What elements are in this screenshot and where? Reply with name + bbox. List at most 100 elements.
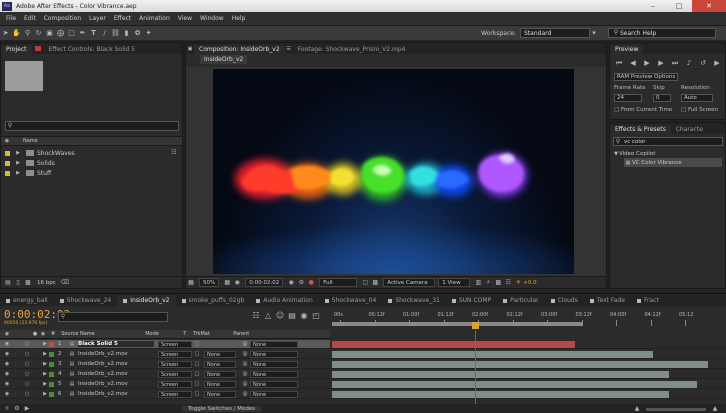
new-comp-icon[interactable]: ▩ — [23, 278, 33, 288]
comp-subtab[interactable]: InsideOrb_v2 — [200, 55, 248, 64]
expand-arrow-icon[interactable]: ▶ — [41, 369, 49, 379]
parent-pickwhip-icon[interactable]: @ — [240, 359, 250, 369]
new-folder-icon[interactable]: ▯ — [13, 278, 23, 288]
title-safe-icon[interactable]: ▦ — [222, 278, 232, 288]
toggle-switches-modes[interactable]: Toggle Switches / Modes — [182, 406, 262, 412]
minimize-icon[interactable]: – — [640, 0, 666, 12]
layer-parent-select[interactable]: None — [250, 340, 298, 348]
camera-select[interactable]: Active Camera — [383, 278, 436, 287]
layer-row[interactable]: ◉ ○ ▶ 1 ▤ Black Solid 5 Screen □ @ None — [0, 340, 330, 349]
effects-search-input[interactable]: vc color — [613, 137, 723, 146]
layer-label-color[interactable] — [49, 391, 54, 397]
solo-icon[interactable]: ○ — [23, 389, 31, 399]
layer-row[interactable]: ◉ ○ ▶ 2 ▤ InsideOrb_v2.mov Screen □ None @ None — [0, 350, 330, 359]
menu-layer[interactable]: Layer — [89, 15, 106, 22]
effect-item-vc-color-vibrance[interactable]: ▦ VC Color Vibrance — [624, 158, 722, 167]
layer-source-name[interactable]: InsideOrb_v2.mov — [78, 361, 154, 367]
bit-depth-label[interactable]: 16 bpc — [37, 280, 56, 286]
brush-tool-icon[interactable]: ∕ — [99, 28, 110, 38]
toggle-pixel-aspect-icon[interactable]: ▥ — [473, 278, 483, 288]
timeline-tab[interactable]: Shockwave_04 — [319, 295, 383, 306]
trash-icon[interactable]: ⌫ — [60, 278, 70, 288]
layer-duration-bar[interactable] — [332, 391, 670, 398]
timeline-tab[interactable]: Audio Animation — [250, 295, 319, 306]
frame-rate-select[interactable]: 24 — [614, 94, 642, 102]
current-time-indicator-handle[interactable] — [472, 322, 479, 329]
layer-row[interactable]: ◉ ○ ▶ 3 ▤ InsideOrb_v2.mov Screen □ None @ None — [0, 360, 330, 369]
layer-source-name[interactable]: InsideOrb_v2.mov — [78, 371, 154, 377]
roto-brush-tool-icon[interactable]: ✿ — [132, 28, 143, 38]
layer-row[interactable]: ◉ ○ ▶ 4 ▤ InsideOrb_v2.mov Screen □ None @ None — [0, 370, 330, 379]
parent-pickwhip-icon[interactable]: @ — [240, 369, 250, 379]
eye-visibility-icon[interactable]: ◉ — [3, 369, 11, 379]
puppet-pin-tool-icon[interactable]: ✦ — [143, 28, 154, 38]
layer-parent-select[interactable]: None — [250, 390, 298, 398]
snapshot-camera-icon[interactable]: ◉ — [286, 278, 296, 288]
layer-label-color[interactable] — [49, 371, 54, 377]
expand-arrow-icon[interactable]: ▶ — [41, 379, 49, 389]
expand-arrow-icon[interactable]: ▶ — [41, 349, 49, 359]
full-screen-checkbox[interactable]: □ Full Screen — [681, 107, 718, 113]
project-search-input[interactable]: ⚲ — [5, 121, 179, 131]
layer-duration-bar[interactable] — [332, 371, 670, 378]
parent-pickwhip-icon[interactable]: @ — [240, 349, 250, 359]
comp-flowchart-icon[interactable]: ☷ — [503, 278, 513, 288]
column-t[interactable]: T — [183, 331, 193, 337]
layer-label-color[interactable] — [49, 381, 54, 387]
graph-editor-icon[interactable]: ◰ — [310, 311, 322, 321]
project-item-solids[interactable]: ▶ Solids — [1, 158, 182, 168]
layer-trkmat-select[interactable]: None — [204, 350, 236, 358]
preserve-transparency-icon[interactable]: □ — [192, 389, 202, 399]
layer-trkmat-select[interactable]: None — [204, 360, 236, 368]
pen-tool-icon[interactable]: ✒ — [77, 28, 88, 38]
exposure-value[interactable]: +0.0 — [523, 280, 536, 286]
type-tool-icon[interactable]: T — [88, 28, 99, 38]
layer-source-name[interactable]: Black Solid 5 — [78, 341, 154, 347]
timeline-tab[interactable]: Text Fade — [584, 295, 631, 306]
menu-effect[interactable]: Effect — [114, 15, 131, 22]
zoom-out-icon[interactable]: ▲ — [632, 404, 642, 413]
timeline-tab[interactable]: energy_ball — [0, 295, 54, 306]
menu-edit[interactable]: Edit — [24, 15, 36, 22]
timeline-tab[interactable]: SUN COMP — [446, 295, 497, 306]
layer-mode-select[interactable]: Screen — [158, 370, 192, 378]
rotate-tool-icon[interactable]: ↻ — [33, 28, 44, 38]
project-item-stuff[interactable]: ▶ Stuff — [1, 168, 182, 178]
expand-arrow-icon[interactable]: ▶ — [14, 148, 22, 158]
menu-help[interactable]: Help — [232, 15, 246, 22]
shy-layers-icon[interactable]: ☺ — [274, 311, 286, 321]
hand-tool-icon[interactable]: ✋ — [11, 28, 22, 38]
timeline-tab[interactable]: Clouds — [545, 295, 584, 306]
layer-label-color[interactable] — [49, 351, 54, 357]
layer-parent-select[interactable]: None — [250, 350, 298, 358]
fast-previews-icon[interactable]: ⚡ — [483, 278, 493, 288]
layer-mode-select[interactable]: Screen — [158, 380, 192, 388]
layer-trkmat-select[interactable]: None — [204, 390, 236, 398]
layer-duration-bar[interactable] — [332, 361, 709, 368]
reset-exposure-icon[interactable]: ☀ — [513, 278, 523, 288]
mask-visibility-icon[interactable]: ◉ — [232, 278, 242, 288]
solo-icon[interactable]: ○ — [23, 379, 31, 389]
timeline-icon[interactable]: ▩ — [493, 278, 503, 288]
project-item-shockwaves[interactable]: ▶ ShockWaves ☷ — [1, 148, 182, 158]
skip-select[interactable]: 0 — [653, 94, 671, 102]
layer-duration-bar[interactable] — [332, 381, 697, 388]
time-ruler[interactable]: 00s 00:12f 01:00f 01:12f 02:00f 02:12f 03:00f 0… — [330, 308, 726, 330]
region-of-interest-icon[interactable]: ▢ — [360, 278, 370, 288]
clone-stamp-tool-icon[interactable]: ⛓ — [110, 28, 121, 38]
timeline-tab[interactable]: Fract — [631, 295, 665, 306]
tab-footage[interactable]: Footage: Shockwave_Prism_V2.mp4 — [293, 45, 411, 54]
close-tab-icon[interactable] — [34, 46, 41, 51]
last-frame-icon[interactable]: ⏭ — [668, 58, 682, 68]
timeline-search-input[interactable]: ⚲ — [58, 312, 168, 322]
layer-row[interactable]: ◉ ○ ▶ 5 ▤ InsideOrb_v2.mov Screen □ None @ None — [0, 380, 330, 389]
expand-arrow-icon[interactable]: ▶ — [14, 168, 22, 178]
timeline-tab[interactable]: smoke_puffs_02gb — [176, 295, 251, 306]
timeline-zoom-slider[interactable] — [646, 407, 706, 411]
lock-icon[interactable]: ▣ — [186, 44, 194, 54]
layer-mode-select[interactable]: Screen — [158, 390, 192, 398]
layer-row[interactable]: ◉ ○ ▶ 6 ▤ InsideOrb_v2.mov Screen □ None @ None — [0, 390, 330, 399]
parent-pickwhip-icon[interactable]: @ — [240, 339, 250, 349]
in-out-icon[interactable]: ▶ — [22, 404, 32, 413]
always-preview-icon[interactable]: ▦ — [186, 278, 196, 288]
